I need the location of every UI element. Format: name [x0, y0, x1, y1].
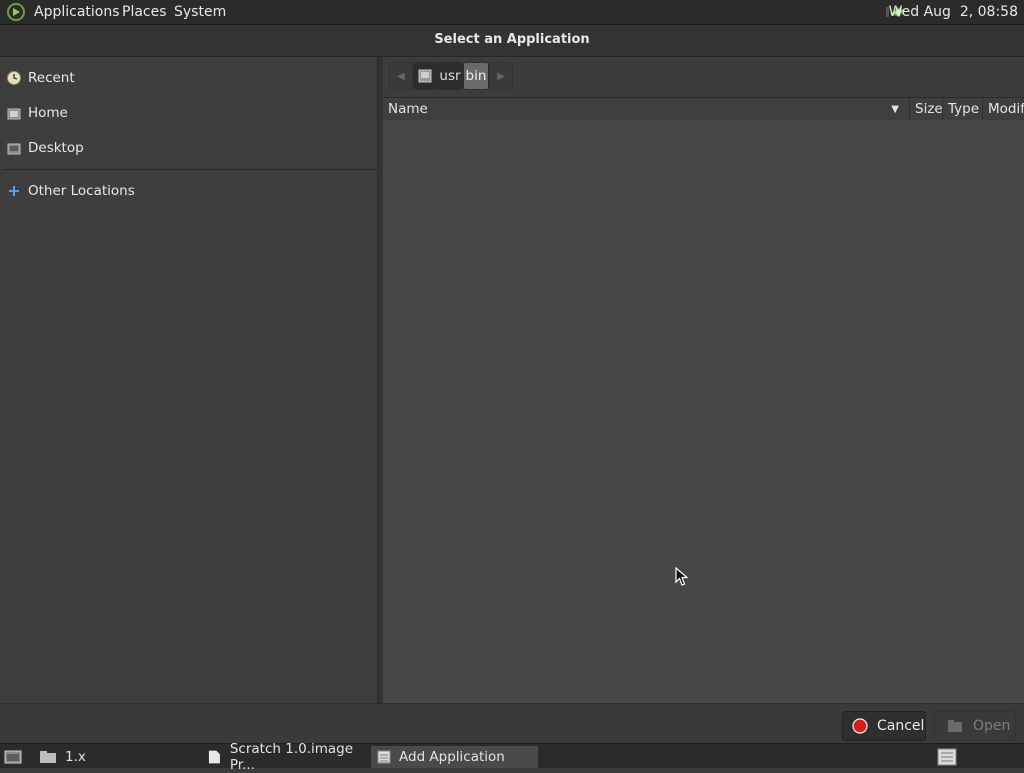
task-label: Scratch 1.0.image Pr... — [229, 741, 354, 773]
top-panel: Applications Places System Wed Aug 2, 08… — [0, 0, 1024, 25]
cancel-label: Cancel — [877, 718, 925, 734]
task-1x[interactable]: 1.x — [33, 746, 198, 768]
file-browser: ◀ usr bin ▶ Name ▼ Size Type Modif — [383, 57, 1024, 703]
sidebar-item-other-locations[interactable]: Other Locations — [6, 178, 376, 204]
home-icon — [7, 108, 21, 120]
sidebar-divider — [2, 169, 378, 170]
cancel-button[interactable]: Cancel — [842, 711, 926, 741]
task-label: Add Application — [399, 749, 505, 765]
clock[interactable]: Wed Aug 2, 08:58 — [889, 4, 1018, 20]
task-add-application[interactable]: Add Application — [371, 746, 538, 768]
workspace-icon — [937, 748, 957, 766]
sort-down-icon: ▼ — [891, 103, 899, 115]
open-button[interactable]: Open — [934, 711, 1016, 741]
window-icon — [377, 750, 391, 764]
show-desktop-icon — [4, 750, 22, 764]
clock-icon — [7, 71, 21, 85]
column-type[interactable]: Type — [943, 98, 983, 120]
path-segment-bin[interactable]: bin — [463, 62, 489, 90]
column-size[interactable]: Size — [910, 98, 943, 120]
open-label: Open — [973, 718, 1011, 734]
path-root-button[interactable] — [413, 62, 437, 90]
mouse-cursor-icon — [675, 567, 689, 586]
plus-icon — [9, 186, 19, 196]
places-menu[interactable]: Places — [122, 4, 167, 20]
desktop-icon — [7, 143, 21, 155]
path-back-button[interactable]: ◀ — [389, 62, 413, 90]
sidebar-item-label: Recent — [28, 70, 75, 86]
open-folder-icon — [948, 720, 962, 732]
document-icon — [208, 750, 220, 764]
path-segment-usr[interactable]: usr — [437, 62, 463, 90]
sidebar-item-desktop[interactable]: Desktop — [6, 135, 376, 161]
dialog-titlebar: Select an Application — [0, 25, 1024, 57]
dialog-title: Select an Application — [434, 32, 590, 47]
workspace-switcher[interactable] — [933, 746, 961, 768]
column-name-label: Name — [388, 101, 428, 117]
sidebar-item-label: Desktop — [28, 140, 84, 156]
chevron-left-icon: ◀ — [397, 70, 405, 82]
sidebar-item-recent[interactable]: Recent — [6, 65, 376, 91]
cancel-icon — [852, 718, 868, 734]
show-desktop-button[interactable] — [0, 746, 30, 768]
column-modified[interactable]: Modif — [983, 98, 1024, 120]
path-bar: ◀ usr bin ▶ — [383, 57, 1024, 97]
system-menu[interactable]: System — [174, 4, 226, 20]
column-name[interactable]: Name ▼ — [383, 98, 910, 120]
sidebar-item-label: Other Locations — [28, 183, 135, 199]
folder-icon — [40, 751, 56, 763]
path-forward-button[interactable]: ▶ — [489, 62, 513, 90]
dialog-action-bar: Cancel Open — [0, 703, 1024, 743]
file-list[interactable] — [383, 120, 1024, 703]
taskbar: 1.x Scratch 1.0.image Pr... Add Applicat… — [0, 741, 1024, 773]
drive-icon — [418, 69, 432, 83]
sidebar-item-home[interactable]: Home — [6, 100, 376, 126]
places-sidebar: Recent Home Desktop Other Locations — [2, 57, 378, 703]
chevron-right-icon: ▶ — [497, 70, 505, 82]
applications-menu[interactable]: Applications — [34, 4, 120, 20]
sidebar-item-label: Home — [28, 105, 68, 121]
column-header: Name ▼ Size Type Modif — [383, 97, 1024, 122]
task-scratch[interactable]: Scratch 1.0.image Pr... — [202, 741, 370, 773]
task-label: 1.x — [65, 749, 86, 765]
applications-logo-icon[interactable] — [6, 3, 26, 21]
